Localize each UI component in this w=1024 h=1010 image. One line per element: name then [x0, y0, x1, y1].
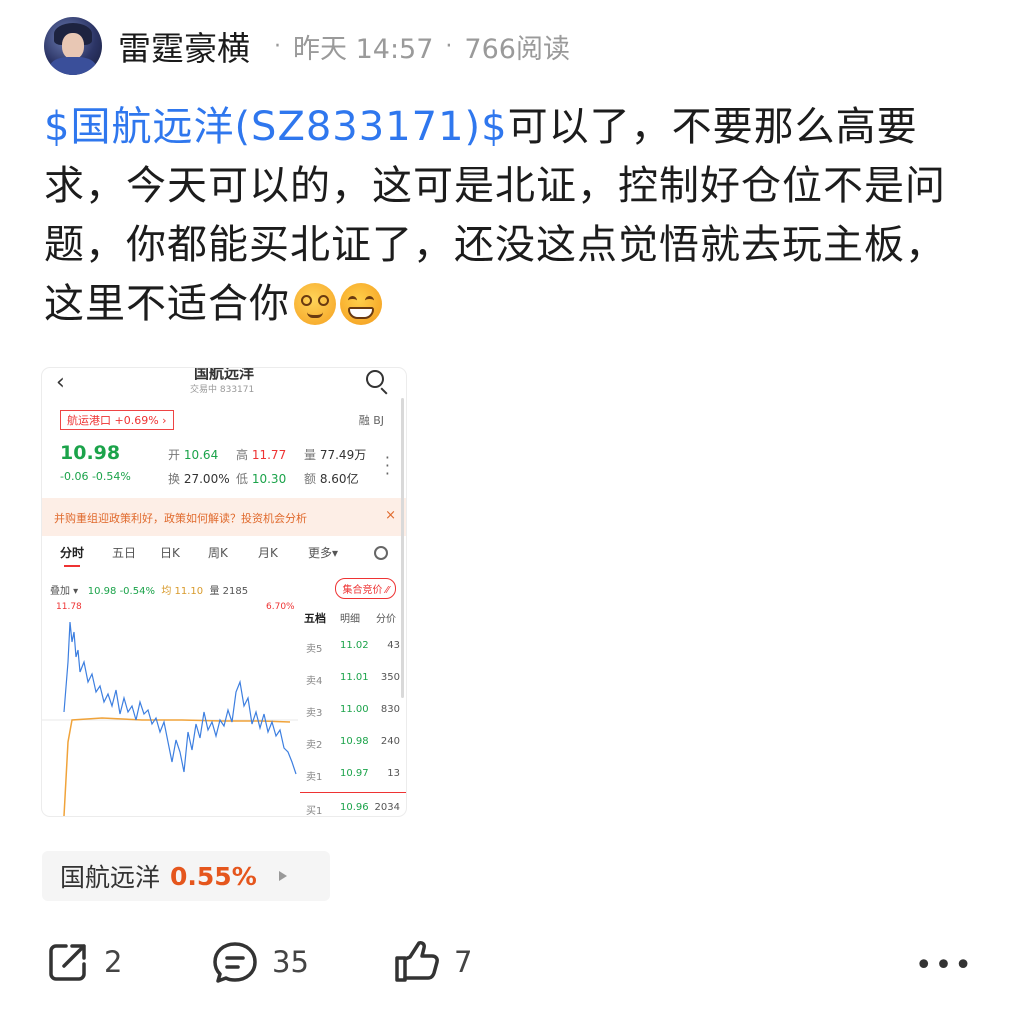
share-icon: [49, 944, 86, 981]
post-time: 昨天 14:57: [293, 33, 434, 65]
comment-button[interactable]: 35: [210, 934, 309, 990]
scrollbar: [401, 398, 404, 698]
amount-quote: 额 8.60亿: [304, 472, 359, 486]
high-quote: 高 11.77: [236, 448, 287, 462]
news-banner: 并购重组迎政策利好，政策如何解读？投资机会分析 ×: [42, 498, 406, 536]
low-quote: 低 10.30: [236, 472, 287, 486]
post-meta: · 昨天 14:57 · 766阅读: [262, 27, 570, 66]
volume-quote: 量 77.49万: [304, 448, 367, 462]
order-book: 五档 明细 分价 卖5 11.02 43 卖4 11.01 350 卖3 11.00 830…: [300, 604, 406, 816]
tab-monthly-k: 月K: [258, 546, 278, 560]
current-price: 10.98: [60, 442, 121, 464]
like-button[interactable]: 7: [392, 934, 472, 990]
open-quote: 开 10.64: [168, 448, 219, 462]
tab-daily-k: 日K: [160, 546, 180, 560]
tab-intraday: 分时: [60, 546, 85, 567]
chart-high-price: 11.78: [56, 602, 82, 612]
chart-high-percent: 6.70%: [266, 602, 295, 612]
ask-row: 卖4 11.01 350: [306, 672, 400, 687]
post-header: 雷霆豪横 · 昨天 14:57 · 766阅读: [44, 16, 570, 76]
sector-tags: 融 BJ: [358, 414, 384, 427]
like-count: 7: [454, 945, 473, 979]
stock-link[interactable]: $国航远洋(SZ833171)$: [44, 104, 508, 150]
tab-more: 更多▾: [308, 546, 339, 560]
intraday-chart-svg: [42, 621, 298, 816]
vertical-more-icon: · · ·: [384, 448, 390, 483]
tab-five-day: 五日: [112, 546, 137, 560]
screenshot-subtitle: 交易中 833171: [190, 385, 255, 395]
play-arrow-icon: [278, 871, 287, 881]
tab-weekly-k: 周K: [208, 546, 228, 560]
more-icon[interactable]: •••: [915, 948, 974, 983]
screenshot-topbar: ‹ 国航远洋 交易中 833171: [42, 368, 406, 408]
sector-badge: 航运港口 +0.69% ›: [60, 410, 174, 430]
like-icon: [395, 941, 439, 982]
ask-row: 卖1 10.97 13: [306, 768, 400, 783]
avatar[interactable]: [44, 17, 102, 75]
chart-tabs: 分时 五日 日K 周K 月K 更多▾: [42, 544, 406, 568]
ask-row: 卖5 11.02 43: [306, 640, 400, 655]
screenshot-title: 国航远洋: [193, 368, 254, 382]
ask-row: 卖3 11.00 830: [306, 704, 400, 719]
stock-chip-percent: 0.55%: [170, 861, 257, 891]
action-bar: 2 35 7 •••: [44, 934, 984, 990]
ask-row: 卖2 10.98 240: [306, 736, 400, 751]
search-icon: [366, 370, 384, 388]
attached-screenshot[interactable]: ‹ 国航远洋 交易中 833171 航运港口 +0.69% › 融 BJ 10.…: [42, 368, 406, 816]
comment-count: 35: [272, 945, 309, 979]
turnover-quote: 换 27.00%: [168, 472, 230, 486]
author-name[interactable]: 雷霆豪横: [118, 22, 250, 70]
share-count: 2: [104, 945, 123, 979]
share-button[interactable]: 2: [44, 934, 122, 990]
call-auction-button: 集合竞价 ⁄⁄: [335, 578, 396, 599]
bid-row: 买1 10.96 2034: [306, 802, 400, 816]
post-body: $国航远洋(SZ833171)$可以了，不要那么高要求，今天可以的，这可是北证，…: [44, 98, 984, 334]
stock-chip-name: 国航远洋: [60, 863, 161, 892]
close-icon: ×: [385, 508, 396, 523]
grinning-face-emoji-icon: [340, 283, 382, 325]
comment-icon: [213, 942, 257, 983]
settings-icon: [374, 546, 388, 560]
dizzy-face-emoji-icon: [294, 283, 336, 325]
chart-overlay-row: 叠加 ▾ 10.98 -0.54% 均 11.10 量 2185: [50, 586, 249, 597]
read-count: 766阅读: [464, 33, 570, 65]
stock-chip[interactable]: 国航远洋 0.55%: [42, 851, 330, 901]
intraday-chart: 11.78 6.70%: [42, 602, 302, 816]
price-change: -0.06 -0.54%: [60, 470, 131, 483]
